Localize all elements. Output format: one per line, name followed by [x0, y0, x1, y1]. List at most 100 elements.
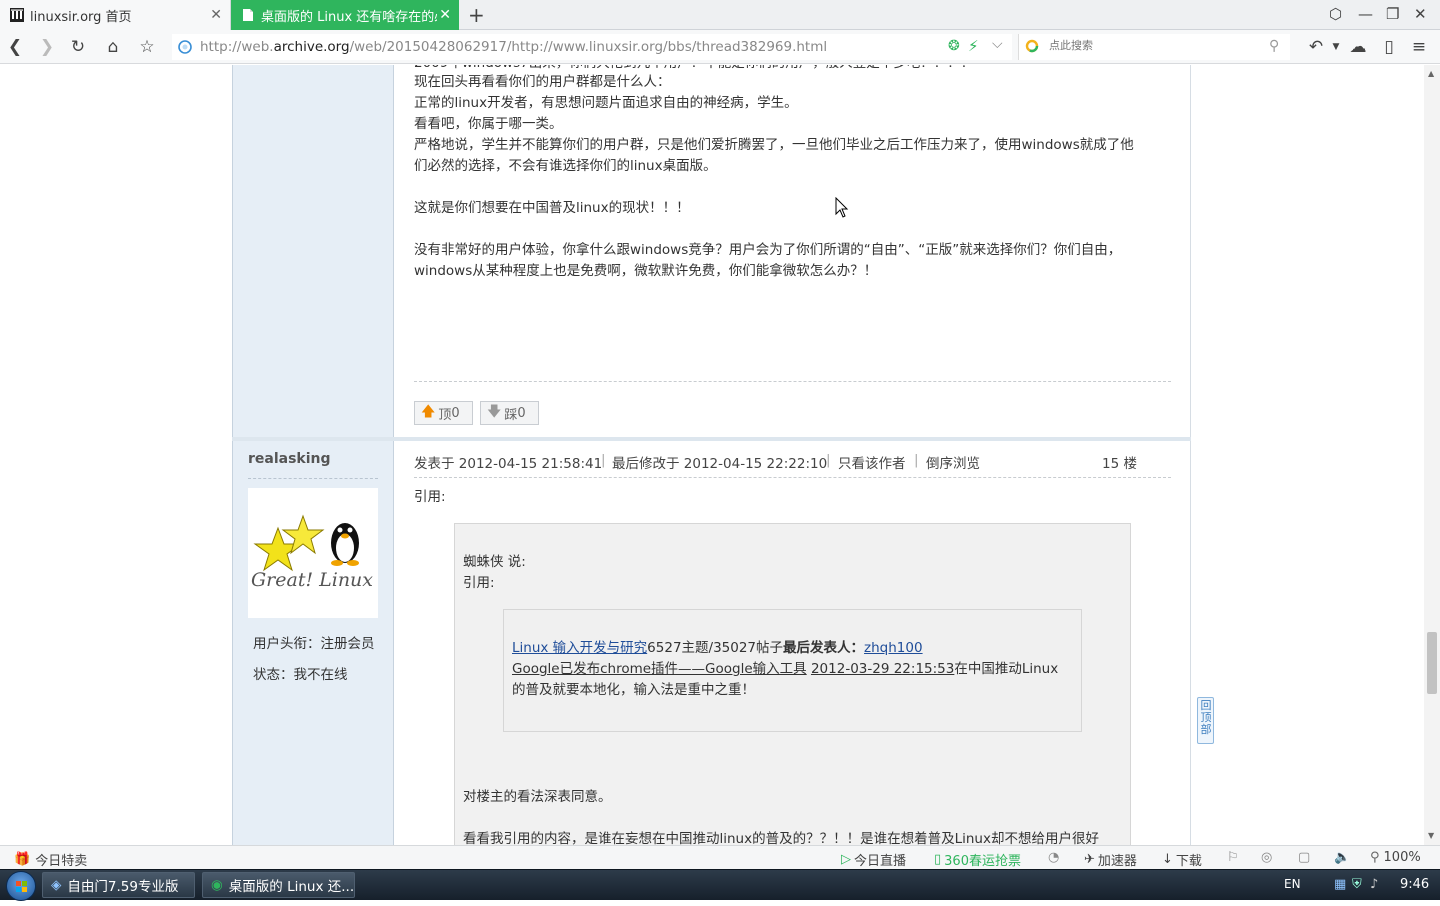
tab-bar: linuxsir.org 首页 ✕ 桌面版的 Linux 还有啥存在的必要 ✕ … [0, 0, 1440, 30]
menu-icon[interactable]: ≡ [1408, 36, 1430, 58]
author-name[interactable]: realasking [248, 451, 331, 467]
floor-number[interactable]: 15 楼 [1102, 452, 1137, 472]
thread-link[interactable]: Google已发布chrome插件——Google输入工具 [512, 661, 807, 677]
vote-up-button[interactable]: 🡅 顶0 [414, 401, 473, 425]
mobile-icon[interactable]: ▯ [1378, 36, 1400, 58]
restore-icon[interactable]: ❐ [1386, 4, 1399, 24]
accelerator-label: 加速器 [1097, 854, 1137, 869]
download-icon: ↓ [1162, 852, 1173, 867]
back-icon[interactable]: ❮ [4, 36, 26, 58]
post-separator [232, 437, 1191, 441]
post-line: 没有非常好的用户体验，你拿什么跟windows竞争？用户会为了你们所谓的“自由”… [414, 242, 1122, 258]
start-button[interactable] [6, 871, 36, 901]
post-line: windows从某种程度上也是免费啊，微软默许免费，你们能拿微软怎么办？！ [414, 263, 878, 279]
sound-icon[interactable]: 🔈 [1334, 850, 1350, 865]
phone-icon: ▯ [934, 852, 942, 867]
search-input[interactable] [1049, 39, 1259, 52]
taskbar-item-label: 桌面版的 Linux 还... [228, 879, 355, 895]
speed-mode-icon[interactable]: ⚡ [968, 37, 979, 55]
post-line: 这就是你们想要在中国普及linux的现状！！！ [414, 200, 690, 216]
scroll-up-icon[interactable]: ▲ [1428, 69, 1434, 78]
site-info-icon[interactable] [178, 40, 192, 58]
quote-tail: 在中国推动Linux [954, 661, 1059, 677]
live-label: 今日直播 [854, 854, 907, 869]
forward-icon[interactable]: ❯ [36, 36, 58, 58]
skin-icon[interactable]: ⬡ [1329, 4, 1342, 24]
vote-down-count: 0 [517, 405, 526, 421]
live-link[interactable]: ▷ 今日直播 [841, 850, 906, 869]
tab-linuxsir-home[interactable]: linuxsir.org 首页 ✕ [0, 0, 231, 30]
close-icon[interactable]: ✕ [210, 7, 222, 23]
reply-text: 对楼主的看法深表同意。 [463, 789, 612, 805]
separator: | [826, 452, 831, 468]
vote-down-button[interactable]: 🡇 踩0 [480, 401, 539, 425]
home-icon[interactable]: ⌂ [102, 36, 124, 58]
vertical-scrollbar[interactable]: ▲ ▼ [1424, 65, 1440, 845]
search-engine-icon[interactable] [1025, 39, 1041, 59]
quote-label: 引用: [414, 489, 446, 505]
download-link[interactable]: ↓ 下载 [1162, 850, 1202, 869]
language-indicator[interactable]: EN [1284, 877, 1301, 891]
search-box[interactable]: ⚲ [1018, 34, 1290, 60]
bookmark-star-icon[interactable]: ☆ [136, 36, 158, 58]
modified-date: 最后修改于 2012-04-15 22:22:10 [612, 456, 828, 472]
undo-close-icon[interactable]: ↶ [1305, 36, 1327, 58]
close-icon[interactable]: ✕ [439, 7, 451, 23]
volume-icon[interactable]: ♪ [1370, 877, 1378, 892]
date-link[interactable]: 2012-03-29 22:15:53 [811, 661, 954, 677]
back-to-top-button[interactable]: 回顶部 [1197, 697, 1214, 744]
only-author-link[interactable]: 只看该作者 [838, 452, 906, 472]
last-poster-link[interactable]: zhqh100 [864, 640, 923, 656]
minimize-icon[interactable]: — [1358, 4, 1373, 24]
scroll-down-icon[interactable]: ▼ [1428, 831, 1434, 840]
separator: | [914, 452, 919, 468]
post-line [414, 219, 1174, 240]
post-line: 现在回头再看看你们的用户群都是什么人： [414, 74, 671, 90]
taskbar-item-browser[interactable]: ◉ 桌面版的 Linux 还... [202, 872, 355, 898]
vote-up-label: 顶 [438, 407, 452, 423]
back-to-top-label: 回顶部 [1200, 699, 1212, 736]
chevron-down-icon[interactable]: ▼ [1325, 36, 1347, 58]
post-date: 发表于 2012-04-15 21:58:41 [414, 456, 603, 472]
browser-doctor-icon[interactable]: ◔ [1048, 850, 1059, 865]
play-icon: ▷ [841, 852, 851, 867]
network-icon[interactable]: ▦ [1334, 877, 1346, 892]
new-tab-icon[interactable]: + [468, 4, 485, 26]
quote-text: 的普及就要本地化，输入法是重中之重！ [512, 682, 755, 698]
clock[interactable]: 9:46 [1400, 877, 1429, 892]
search-icon[interactable]: ⚲ [1269, 38, 1279, 54]
reload-icon[interactable]: ↻ [67, 36, 89, 58]
flag-icon[interactable]: ⚐ [1227, 850, 1239, 865]
tab-title: linuxsir.org 首页 [30, 9, 132, 25]
reverse-order-link[interactable]: 倒序浏览 [926, 452, 980, 472]
avatar[interactable]: Great! Linux [248, 488, 378, 618]
online-status: 状态：我不在线 [253, 667, 348, 683]
security-shield-icon[interactable]: ❂ [948, 38, 960, 54]
separator: | [601, 452, 606, 468]
divider [414, 477, 1171, 478]
cloud-sync-icon[interactable]: ☁ [1347, 36, 1369, 58]
train-tickets-link[interactable]: ▯ 360春运抢票 [934, 850, 1021, 869]
user-rank: 用户头衔：注册会员 [253, 636, 375, 652]
address-bar[interactable]: http://web.archive.org/web/2015042806291… [172, 34, 1012, 60]
dropdown-chevron-icon[interactable]: ⌵ [992, 36, 1003, 52]
archive-icon [10, 8, 24, 22]
daily-deals-label: 今日特卖 [35, 854, 88, 869]
zoom-icon: ⚲ [1370, 850, 1380, 865]
daily-deals[interactable]: 🎁 今日特卖 [14, 850, 87, 869]
ie-mode-icon[interactable]: ◎ [1261, 850, 1272, 865]
tab-linux-desktop-thread[interactable]: 桌面版的 Linux 还有啥存在的必要 ✕ [231, 0, 459, 30]
url-text: http://web.archive.org/web/2015042806291… [200, 39, 828, 55]
zoom-control[interactable]: ⚲ 100% [1370, 850, 1421, 865]
close-window-icon[interactable]: ✕ [1414, 4, 1427, 24]
shield-icon[interactable]: ⛨ [1352, 877, 1362, 892]
post-line [414, 177, 1174, 198]
window-icon[interactable]: ▢ [1298, 850, 1310, 865]
download-label: 下载 [1175, 854, 1202, 869]
accelerator-link[interactable]: ✈ 加速器 [1084, 850, 1137, 869]
scroll-thumb[interactable] [1427, 632, 1437, 694]
taskbar-item-freegate[interactable]: ◈ 自由门7.59专业版 [42, 872, 195, 898]
forum-link[interactable]: Linux 输入开发与研究 [512, 640, 647, 656]
mouse-cursor-icon [835, 197, 849, 218]
train-tickets-label: 360春运抢票 [944, 854, 1021, 869]
